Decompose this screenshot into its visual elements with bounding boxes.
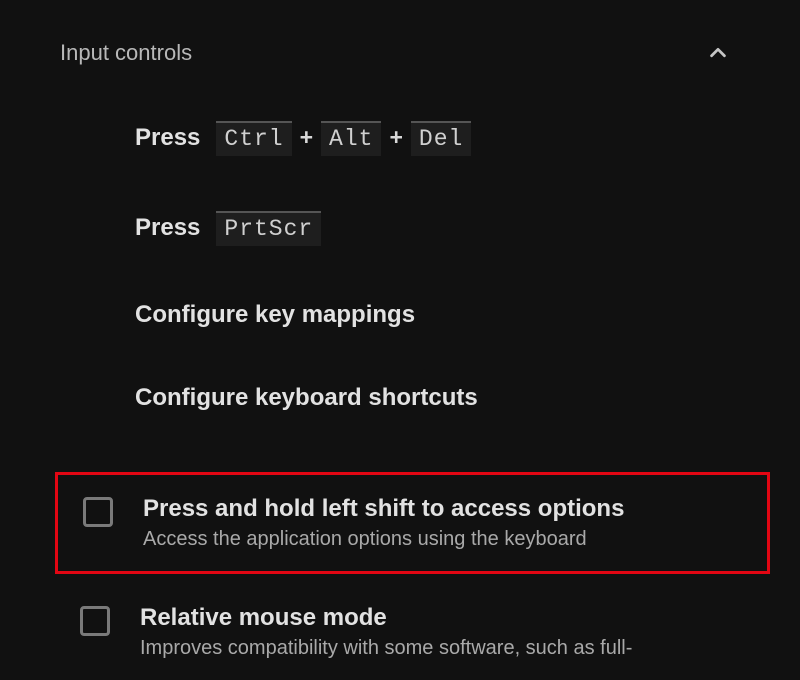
configure-key-mappings-item[interactable]: Configure key mappings <box>135 301 740 329</box>
item-label: Configure key mappings <box>135 301 415 328</box>
items-list: Press Ctrl + Alt + Del Press PrtScr Conf… <box>60 121 740 680</box>
key-prtscr: PrtScr <box>216 211 321 246</box>
plus-sep: + <box>298 124 315 151</box>
chevron-up-icon[interactable] <box>706 41 730 65</box>
press-label: Press <box>135 124 200 152</box>
configure-keyboard-shortcuts-item[interactable]: Configure keyboard shortcuts <box>135 384 740 412</box>
press-label: Press <box>135 214 200 242</box>
shift-access-option[interactable]: Press and hold left shift to access opti… <box>55 472 770 574</box>
relative-mouse-option[interactable]: Relative mouse mode Improves compatibili… <box>55 584 770 680</box>
key-del: Del <box>411 121 471 156</box>
plus-sep: + <box>387 124 404 151</box>
key-alt: Alt <box>321 121 381 156</box>
press-ctrl-alt-del-item[interactable]: Press Ctrl + Alt + Del <box>135 121 740 156</box>
item-label: Configure keyboard shortcuts <box>135 384 478 411</box>
checkbox-icon[interactable] <box>80 606 110 636</box>
key-ctrl: Ctrl <box>216 121 291 156</box>
option-title: Relative mouse mode <box>140 602 760 633</box>
option-subtitle: Improves compatibility with some softwar… <box>140 635 760 662</box>
option-title: Press and hold left shift to access opti… <box>143 493 757 524</box>
section-title: Input controls <box>60 40 192 66</box>
section-header[interactable]: Input controls <box>60 40 740 66</box>
input-controls-panel: Input controls Press Ctrl + Alt + Del Pr… <box>0 0 800 680</box>
option-subtitle: Access the application options using the… <box>143 526 757 553</box>
press-prtscr-item[interactable]: Press PrtScr <box>135 211 740 246</box>
checkbox-icon[interactable] <box>83 497 113 527</box>
